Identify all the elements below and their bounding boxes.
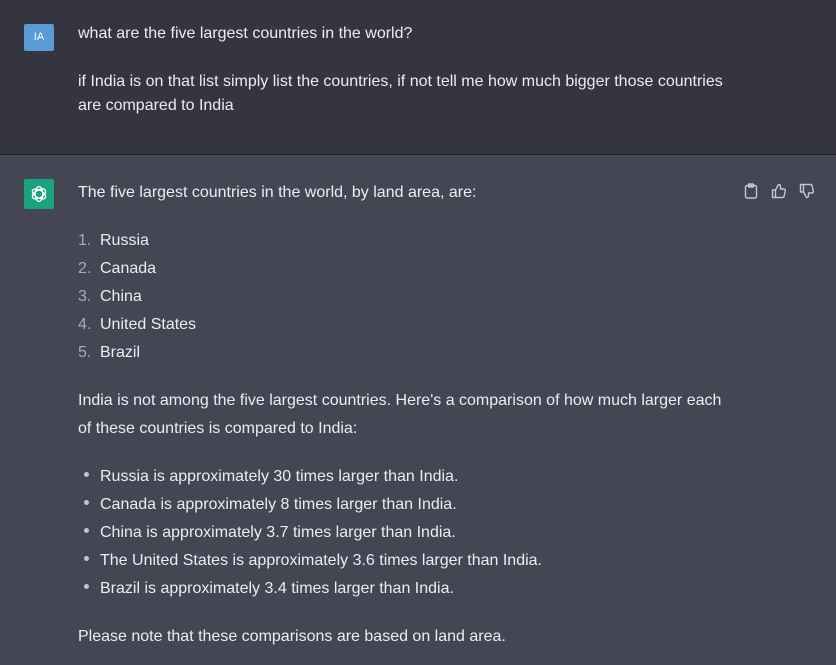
list-item-number: 1. <box>78 232 92 249</box>
bullet-dot <box>84 472 89 477</box>
bullet-item: Brazil is approximately 3.4 times larger… <box>100 580 454 597</box>
user-question-line: what are the five largest countries in t… <box>78 25 413 42</box>
openai-logo-icon <box>31 186 47 202</box>
assistant-intro: The five largest countries in the world,… <box>78 184 477 201</box>
comparison-paragraph-line: India is not among the five largest coun… <box>78 392 722 409</box>
bullet-dot <box>84 528 89 533</box>
chatgpt-avatar <box>24 179 54 209</box>
list-item: United States <box>100 316 197 333</box>
list-item-number: 4. <box>78 316 92 333</box>
list-item: Brazil <box>100 344 141 361</box>
list-item-number: 3. <box>78 288 92 305</box>
bullet-item: The United States is approximately 3.6 t… <box>100 552 542 569</box>
thumbs-down-icon[interactable] <box>799 182 815 200</box>
list-item-number: 5. <box>78 344 92 361</box>
list-item: China <box>100 288 142 305</box>
user-instruction-line: are compared to India <box>78 97 234 114</box>
bullet-dot <box>84 500 89 505</box>
list-item: Canada <box>100 260 157 277</box>
comparison-paragraph-line: of these countries is compared to India: <box>78 420 358 437</box>
thumbs-up-icon[interactable] <box>771 182 787 200</box>
assistant-note: Please note that these comparisons are b… <box>78 628 506 645</box>
user-instruction-line: if India is on that list simply list the… <box>78 73 723 90</box>
bullet-dot <box>84 556 89 561</box>
bullet-item: Russia is approximately 30 times larger … <box>100 468 459 485</box>
bullet-dot <box>84 584 89 589</box>
list-item-number: 2. <box>78 260 92 277</box>
clipboard-icon[interactable] <box>743 182 759 200</box>
bullet-item: China is approximately 3.7 times larger … <box>100 524 456 541</box>
bullet-item: Canada is approximately 8 times larger t… <box>100 496 457 513</box>
user-avatar: IA <box>24 24 54 51</box>
list-item: Russia <box>100 232 149 249</box>
